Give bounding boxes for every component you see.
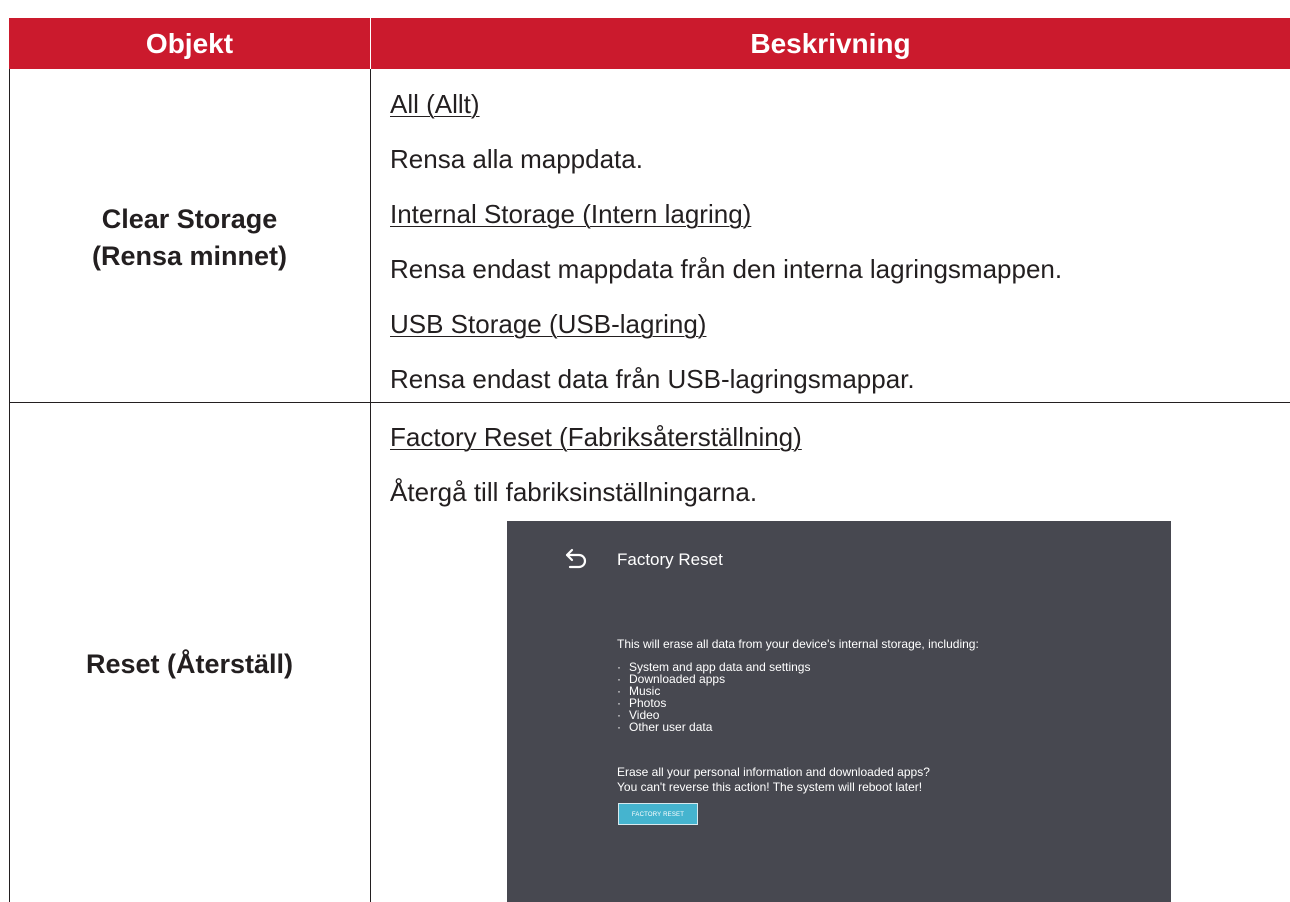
erase-question: Erase all your personal information and … (617, 765, 930, 779)
option-internal-storage: Internal Storage (Intern lagring) (390, 199, 752, 229)
object-clear-storage: Clear Storage (Rensa minnet) (9, 201, 370, 275)
table-header: Objekt Beskrivning (9, 18, 1290, 69)
header-object: Objekt (145, 28, 234, 59)
object-reset: Reset (Återställ) (9, 646, 370, 683)
option-usb-storage-description: Rensa endast data från USB-lagringsmappa… (390, 364, 915, 394)
back-arrow-icon[interactable] (561, 547, 591, 571)
option-all-description: Rensa alla mappdata. (390, 144, 643, 174)
list-item: · Other user data (617, 721, 810, 733)
settings-table: Objekt Beskrivning Clear Storage (Rensa … (9, 18, 1290, 902)
column-divider (370, 69, 371, 902)
row-divider (9, 402, 1290, 403)
bullet: · (617, 720, 621, 734)
option-internal-storage-description: Rensa endast mappdata från den interna l… (390, 254, 1063, 284)
option-factory-reset-description: Återgå till fabriksinställningarna. (390, 477, 758, 507)
screen-title: Factory Reset (617, 550, 723, 569)
option-all: All (Allt) (390, 89, 480, 119)
object-reset-label: Reset (Återställ) (85, 649, 294, 679)
screen-intro: This will erase all data from your devic… (617, 637, 979, 651)
list-item-text: Other user data (629, 720, 713, 734)
option-usb-storage: USB Storage (USB-lagring) (390, 309, 707, 339)
erase-items-list: · System and app data and settings · Downl… (617, 661, 810, 733)
header-description: Beskrivning (750, 28, 911, 59)
erase-warning: You can't reverse this action! The syste… (617, 780, 923, 794)
factory-reset-screenshot: Factory Reset This will erase all data f… (507, 521, 1171, 902)
object-clear-storage-line1: Clear Storage (101, 204, 278, 234)
option-factory-reset: Factory Reset (Fabriksåterställning) (390, 422, 802, 452)
factory-reset-button[interactable]: FACTORY RESET (618, 803, 698, 825)
object-clear-storage-line2: (Rensa minnet) (91, 241, 288, 271)
table-left-border (9, 69, 10, 902)
